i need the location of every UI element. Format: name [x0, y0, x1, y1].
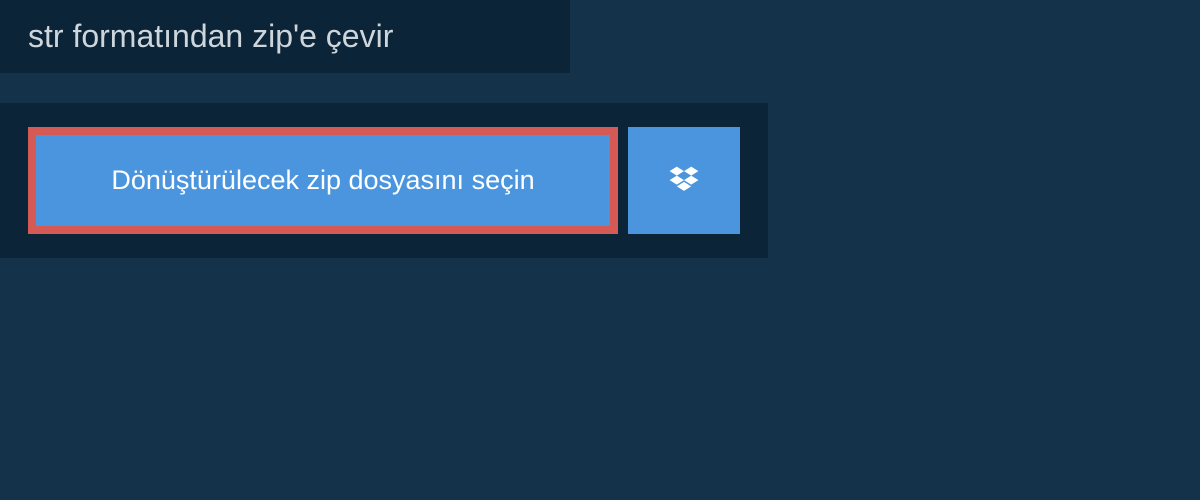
- page-title: str formatından zip'e çevir: [28, 18, 542, 55]
- select-file-label: Dönüştürülecek zip dosyasını seçin: [111, 165, 534, 196]
- dropbox-icon: [666, 163, 702, 199]
- file-select-panel: Dönüştürülecek zip dosyasını seçin: [0, 103, 768, 258]
- select-file-button[interactable]: Dönüştürülecek zip dosyasını seçin: [28, 127, 618, 234]
- header-bar: str formatından zip'e çevir: [0, 0, 570, 73]
- dropbox-button[interactable]: [628, 127, 740, 234]
